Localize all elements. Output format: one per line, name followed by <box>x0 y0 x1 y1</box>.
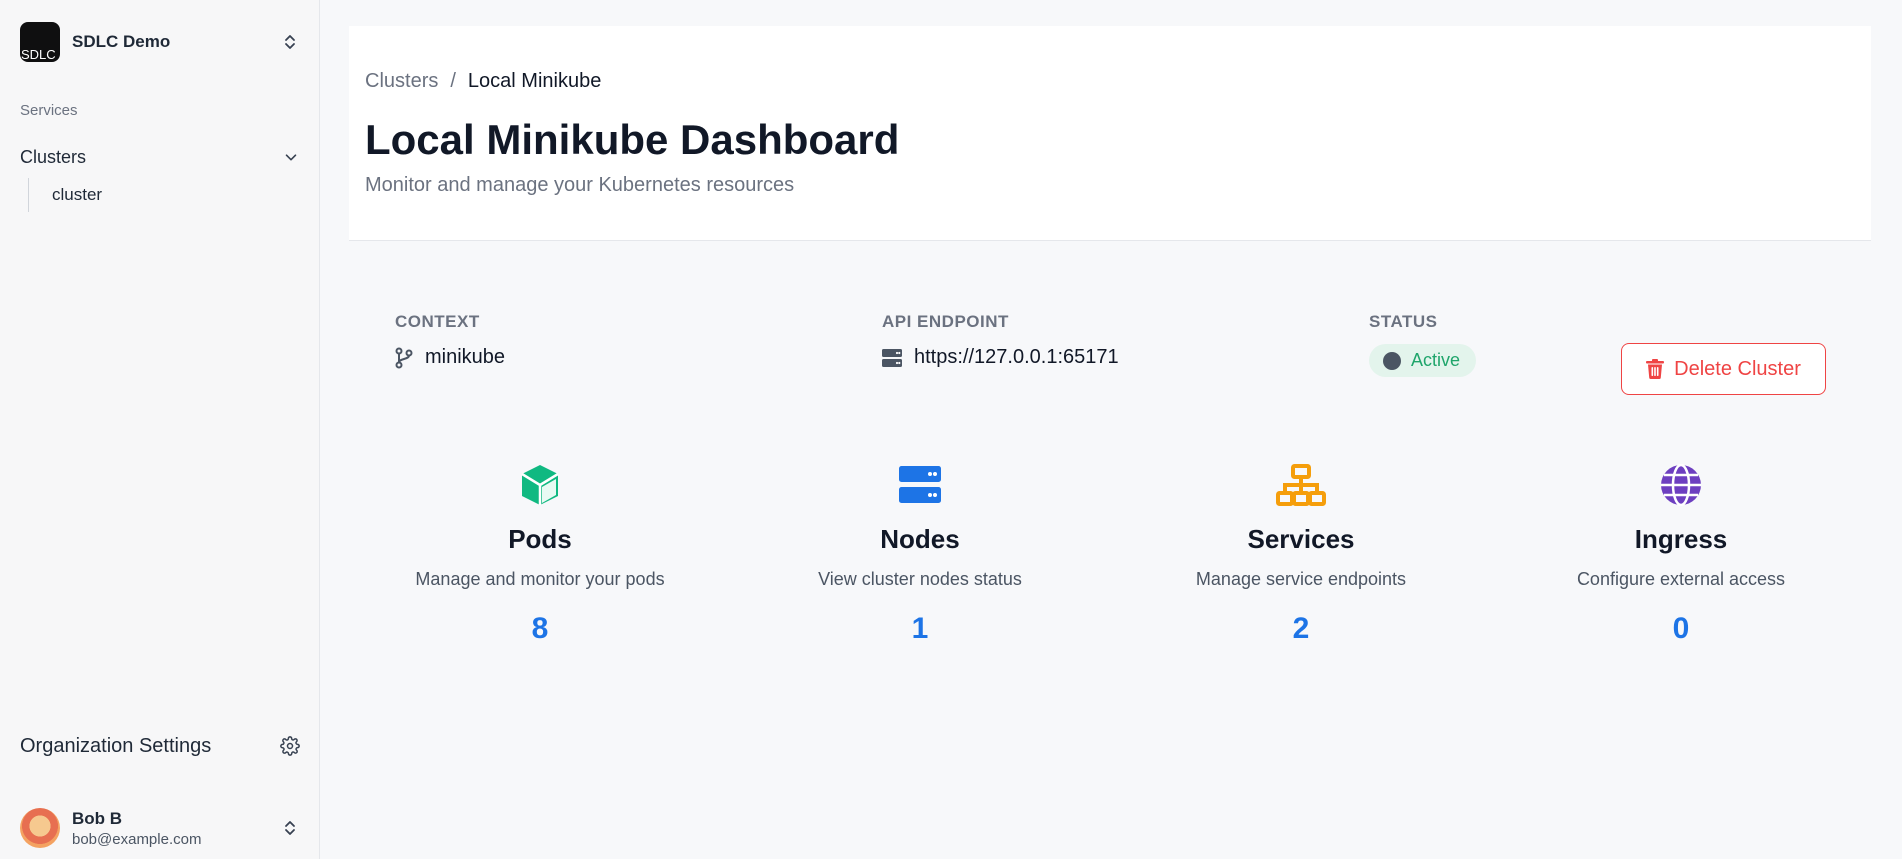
delete-cluster-label: Delete Cluster <box>1674 357 1801 380</box>
stat-title: Services <box>1247 524 1355 554</box>
chevron-down-icon <box>285 154 297 161</box>
breadcrumb-separator: / <box>450 70 456 92</box>
stat-count: 8 <box>531 612 549 645</box>
stat-icon-wrapper <box>1131 460 1471 510</box>
globe-icon <box>1661 464 1701 506</box>
server-icon <box>899 466 941 503</box>
org-switcher[interactable]: SDLC SDLC Demo <box>20 20 300 64</box>
context-label: CONTEXT <box>395 312 480 331</box>
context-value: minikube <box>425 346 506 368</box>
status-info: STATUS Active <box>1369 312 1477 377</box>
pods-card[interactable]: Pods Manage and monitor your pods 8 <box>370 460 710 646</box>
stat-count: 2 <box>1292 612 1310 645</box>
user-name: Bob B <box>72 808 123 828</box>
endpoint-label: API ENDPOINT <box>882 312 1009 331</box>
org-settings-label: Organization Settings <box>20 734 212 757</box>
stat-title: Nodes <box>880 524 960 554</box>
trash-icon <box>1646 359 1665 379</box>
nodes-card[interactable]: Nodes View cluster nodes status 1 <box>750 460 1090 646</box>
breadcrumb: Clusters / Local Minikube <box>365 70 601 93</box>
sidebar-item-clusters[interactable]: Clusters <box>20 140 300 174</box>
stat-description: Manage service endpoints <box>1195 569 1407 589</box>
server-icon <box>882 348 902 367</box>
network-icon <box>1276 464 1326 506</box>
stat-description: Manage and monitor your pods <box>415 569 665 589</box>
user-info: Bob B bob@example.com <box>72 809 280 848</box>
stat-description: View cluster nodes status <box>818 569 1022 589</box>
org-logo: SDLC <box>20 22 60 62</box>
git-branch-icon <box>395 347 413 368</box>
breadcrumb-current: Local Minikube <box>467 70 602 92</box>
stat-description: Configure external access <box>1576 569 1786 589</box>
ingress-card[interactable]: Ingress Configure external access 0 <box>1511 460 1851 646</box>
breadcrumb-clusters-link[interactable]: Clusters <box>365 70 438 93</box>
gear-icon <box>280 736 300 756</box>
chevron-up-down-icon <box>285 35 295 49</box>
delete-cluster-button[interactable]: Delete Cluster <box>1621 343 1826 395</box>
stat-count: 1 <box>911 612 929 645</box>
stat-icon-wrapper <box>1511 460 1851 510</box>
user-email: bob@example.com <box>72 830 202 848</box>
page-subtitle: Monitor and manage your Kubernetes resou… <box>365 174 795 196</box>
sidebar-subitem-cluster[interactable]: cluster <box>28 178 288 212</box>
section-label-services: Services <box>20 102 78 119</box>
status-dot-icon <box>1383 351 1401 370</box>
endpoint-info: API ENDPOINT https://127.0.0.1:65171 <box>882 312 1119 369</box>
org-name: SDLC Demo <box>72 32 171 51</box>
stat-title: Pods <box>508 524 572 554</box>
chevron-up-down-icon <box>285 821 295 835</box>
context-value-row: minikube <box>395 346 505 369</box>
stat-count: 0 <box>1672 612 1690 645</box>
stat-title: Ingress <box>1634 524 1728 554</box>
org-logo-alt: SDLC <box>21 47 56 62</box>
stat-icon-wrapper <box>750 460 1090 510</box>
endpoint-value-row: https://127.0.0.1:65171 <box>882 346 1119 369</box>
page-title: Local Minikube Dashboard <box>365 116 900 163</box>
avatar <box>20 808 60 848</box>
status-badge: Active <box>1369 344 1477 377</box>
status-label: STATUS <box>1369 312 1438 331</box>
endpoint-value: https://127.0.0.1:65171 <box>914 346 1119 368</box>
user-switcher[interactable]: Bob B bob@example.com <box>20 806 300 850</box>
stat-icon-wrapper <box>370 460 710 510</box>
cube-icon <box>521 465 559 505</box>
status-value: Active <box>1411 350 1461 370</box>
context-info: CONTEXT minikube <box>395 312 505 369</box>
sidebar-item-label: Clusters <box>20 146 87 167</box>
services-card[interactable]: Services Manage service endpoints 2 <box>1131 460 1471 646</box>
sidebar: SDLC SDLC Demo Services Clusters cluster… <box>0 0 320 859</box>
page-header: Clusters / Local Minikube Local Minikube… <box>349 26 1871 241</box>
organization-settings-button[interactable]: Organization Settings <box>20 730 300 762</box>
